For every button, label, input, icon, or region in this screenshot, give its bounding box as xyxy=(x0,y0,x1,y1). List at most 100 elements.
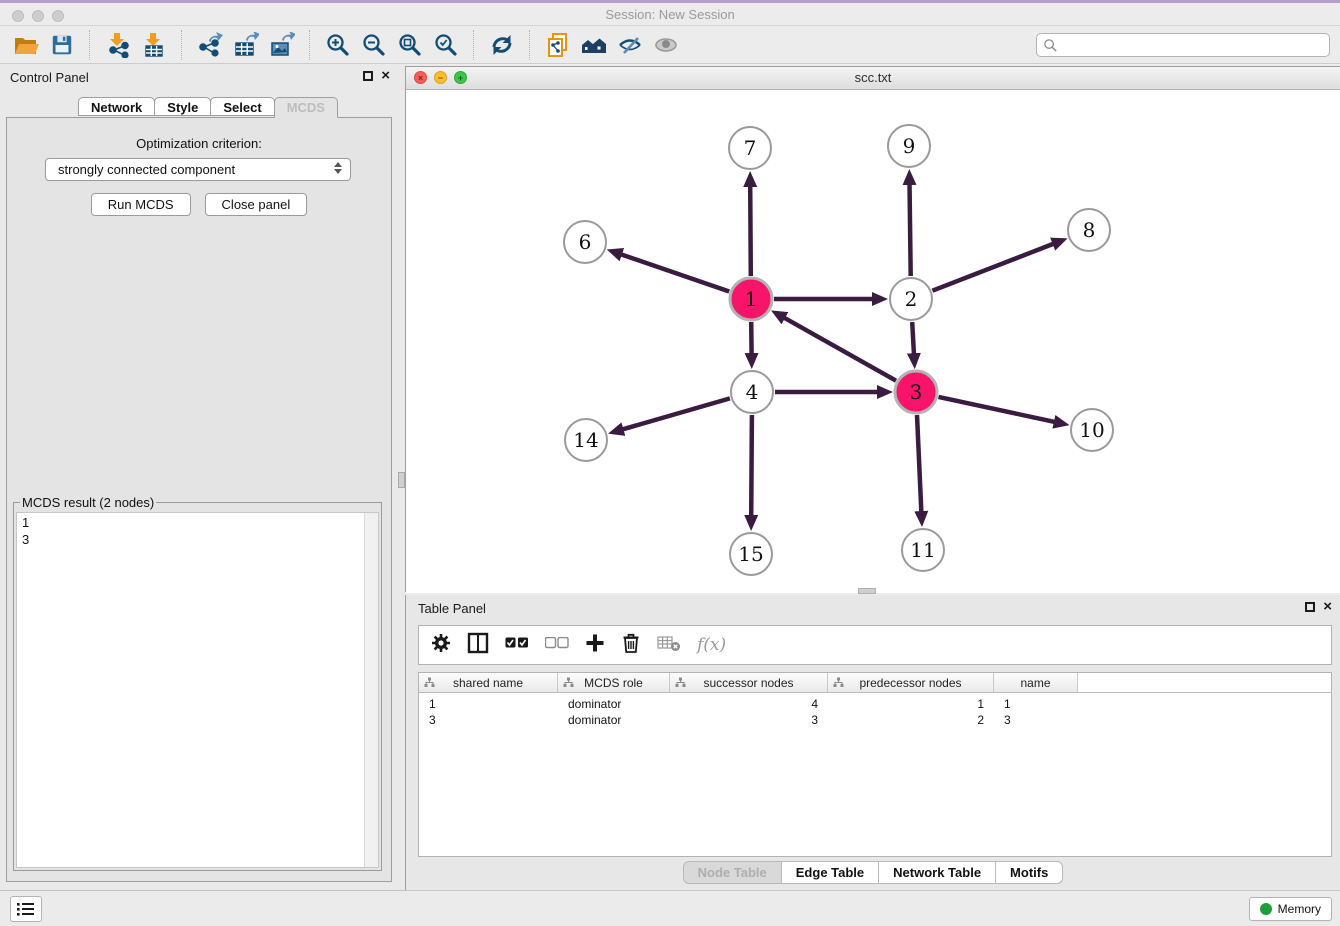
tab-motifs[interactable]: Motifs xyxy=(995,861,1063,884)
trash-icon xyxy=(621,632,641,654)
close-table-panel-icon[interactable]: × xyxy=(1323,601,1332,613)
control-panel-tabs: NetworkStyleSelectMCDS xyxy=(78,97,337,118)
search-icon xyxy=(1043,38,1058,53)
create-column-button[interactable] xyxy=(585,633,605,658)
column-label: name xyxy=(1020,676,1050,690)
export-image-button[interactable] xyxy=(264,29,300,61)
result-scrollbar[interactable] xyxy=(364,513,378,867)
network-resize-grip[interactable] xyxy=(858,588,876,594)
column-label: successor nodes xyxy=(703,676,793,690)
edge-2-9[interactable] xyxy=(910,183,911,276)
node-label-1: 1 xyxy=(745,287,758,311)
memory-status-icon xyxy=(1260,903,1272,915)
export-network-icon xyxy=(197,32,223,58)
close-panel-icon[interactable]: × xyxy=(381,70,390,82)
node-label-11: 11 xyxy=(910,538,935,562)
edge-3-11[interactable] xyxy=(917,415,921,513)
delete-table-button[interactable] xyxy=(657,634,681,657)
table-row-1[interactable]: 1dominator411 xyxy=(419,696,1331,712)
node-label-15: 15 xyxy=(738,542,763,566)
show-columns-button[interactable] xyxy=(467,632,489,659)
edge-4-14[interactable] xyxy=(622,398,730,429)
edge-3-10[interactable] xyxy=(939,397,1056,422)
edge-1-7[interactable] xyxy=(750,185,751,276)
cell-MCDS-role[interactable]: dominator xyxy=(558,713,670,727)
delete-column-button[interactable] xyxy=(621,632,641,659)
cell-MCDS-role[interactable]: dominator xyxy=(558,697,670,711)
edge-1-6[interactable] xyxy=(620,254,729,292)
zoom-in-button[interactable] xyxy=(320,29,356,61)
network-overview-button[interactable] xyxy=(576,29,612,61)
task-history-button[interactable] xyxy=(10,896,42,922)
mcds-result-box[interactable]: 1 3 xyxy=(16,512,379,868)
criterion-select[interactable]: strongly connected component xyxy=(45,158,351,181)
node-label-9: 9 xyxy=(903,134,916,158)
node-label-4: 4 xyxy=(746,380,759,404)
export-network-button[interactable] xyxy=(192,29,228,61)
close-panel-button[interactable]: Close panel xyxy=(205,193,308,216)
network-window: × − + scc.txt 7968124314101511 xyxy=(405,66,1340,592)
tab-style[interactable]: Style xyxy=(154,97,211,116)
cell-name[interactable]: 1 xyxy=(994,697,1078,711)
column-header-successor-nodes[interactable]: successor nodes xyxy=(670,673,828,692)
zoom-selected-icon xyxy=(433,32,459,58)
tab-mcds[interactable]: MCDS xyxy=(274,97,338,118)
edge-4-15[interactable] xyxy=(751,415,752,517)
cell-predecessor-nodes[interactable]: 2 xyxy=(828,713,994,727)
search-input[interactable] xyxy=(1058,35,1329,55)
cell-shared-name[interactable]: 3 xyxy=(419,713,558,727)
tab-edge-table[interactable]: Edge Table xyxy=(781,861,879,884)
run-mcds-button[interactable]: Run MCDS xyxy=(91,193,191,216)
function-builder-button[interactable]: f(x) xyxy=(697,635,726,655)
column-header-shared-name[interactable]: shared name xyxy=(419,673,558,692)
column-header-MCDS-role[interactable]: MCDS role xyxy=(558,673,670,692)
hide-graphics-details-button[interactable] xyxy=(612,29,648,61)
table-row-2[interactable]: 3dominator323 xyxy=(419,712,1331,728)
import-network-button[interactable] xyxy=(100,29,136,61)
mcds-result-title: MCDS result (2 nodes) xyxy=(20,495,156,510)
save-session-button[interactable] xyxy=(44,29,80,61)
open-file-button[interactable] xyxy=(8,29,44,61)
deselect-all-columns-button[interactable] xyxy=(545,636,569,654)
apply-layout-button[interactable] xyxy=(484,29,520,61)
node-label-8: 8 xyxy=(1083,218,1096,242)
tab-select[interactable]: Select xyxy=(210,97,274,116)
hierarchy-icon xyxy=(563,677,574,688)
node-label-10: 10 xyxy=(1079,418,1104,442)
duplicate-network-button[interactable] xyxy=(540,29,576,61)
memory-button[interactable]: Memory xyxy=(1249,897,1332,921)
export-table-button[interactable] xyxy=(228,29,264,61)
edge-2-8[interactable] xyxy=(932,243,1054,290)
column-header-name[interactable]: name xyxy=(994,673,1078,692)
edge-3-1[interactable] xyxy=(783,317,896,381)
cell-shared-name[interactable]: 1 xyxy=(419,697,558,711)
search-box[interactable] xyxy=(1036,33,1330,57)
show-graphics-details-button[interactable] xyxy=(648,29,684,61)
float-panel-icon[interactable] xyxy=(363,71,373,81)
cell-predecessor-nodes[interactable]: 1 xyxy=(828,697,994,711)
mcds-tab-content: Optimization criterion: strongly connect… xyxy=(6,117,392,882)
import-table-button[interactable] xyxy=(136,29,172,61)
toolbar-separator xyxy=(89,30,91,60)
node-label-6: 6 xyxy=(579,230,592,254)
panel-splitter[interactable] xyxy=(398,64,405,890)
cell-successor-nodes[interactable]: 3 xyxy=(670,713,828,727)
zoom-out-button[interactable] xyxy=(356,29,392,61)
network-canvas[interactable]: 7968124314101511 xyxy=(406,90,1340,593)
cell-successor-nodes[interactable]: 4 xyxy=(670,697,828,711)
column-header-predecessor-nodes[interactable]: predecessor nodes xyxy=(828,673,994,692)
table-settings-button[interactable] xyxy=(431,633,451,658)
tab-network-table[interactable]: Network Table xyxy=(878,861,996,884)
select-all-columns-button[interactable] xyxy=(505,636,529,654)
edge-2-3[interactable] xyxy=(912,322,914,355)
zoom-fit-button[interactable] xyxy=(392,29,428,61)
zoom-selected-button[interactable] xyxy=(428,29,464,61)
gear-icon xyxy=(431,633,451,653)
tab-node-table[interactable]: Node Table xyxy=(683,861,782,884)
float-table-panel-icon[interactable] xyxy=(1305,602,1315,612)
splitter-handle[interactable] xyxy=(398,472,405,488)
cell-name[interactable]: 3 xyxy=(994,713,1078,727)
tab-network[interactable]: Network xyxy=(78,97,155,116)
network-window-titlebar[interactable]: × − + scc.txt xyxy=(406,67,1340,90)
node-label-3: 3 xyxy=(910,380,923,404)
